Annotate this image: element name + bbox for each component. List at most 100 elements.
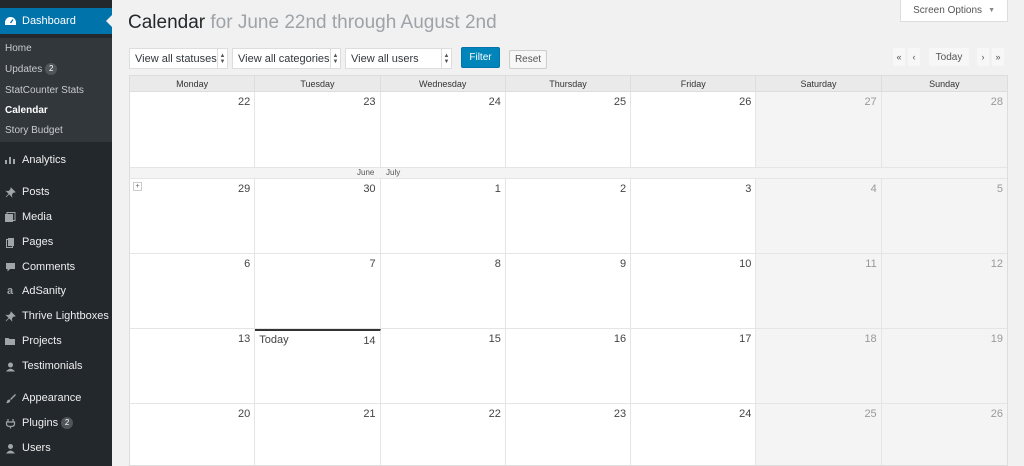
- filter-button[interactable]: Filter: [461, 47, 500, 68]
- day-cell[interactable]: 22: [380, 404, 506, 465]
- last-page-button[interactable]: »: [992, 48, 1004, 66]
- day-cell[interactable]: 6: [130, 254, 256, 329]
- day-number: 30: [363, 183, 376, 195]
- submenu-item-calendar[interactable]: Calendar: [5, 105, 48, 116]
- day-cell[interactable]: 28: [881, 92, 1007, 168]
- day-header: Wednesday: [381, 76, 506, 92]
- media-icon: [3, 210, 17, 224]
- next-button[interactable]: ›: [977, 48, 989, 66]
- day-cell[interactable]: 2: [505, 179, 632, 254]
- day-cell[interactable]: 16: [505, 329, 632, 404]
- category-select[interactable]: View all categories ▲ ▼: [232, 48, 341, 69]
- day-cell[interactable]: 26: [631, 92, 757, 168]
- sidebar-item-label: Users: [22, 442, 51, 454]
- submenu-item-story-budget[interactable]: Story Budget: [5, 125, 63, 136]
- select-arrows-icon: ▲ ▼: [441, 49, 451, 68]
- day-cell[interactable]: 7: [255, 254, 381, 329]
- user-select[interactable]: View all users ▲ ▼: [345, 48, 452, 69]
- day-headers: Monday Tuesday Wednesday Thursday Friday…: [130, 76, 1007, 92]
- day-cell[interactable]: 26: [881, 404, 1007, 465]
- submenu-label: Calendar: [5, 105, 48, 116]
- sidebar-item-testimonials[interactable]: Testimonials: [0, 357, 112, 375]
- day-cell[interactable]: 23: [255, 92, 381, 168]
- day-number: 6: [244, 258, 251, 270]
- first-page-button[interactable]: «: [893, 48, 905, 66]
- day-cell[interactable]: 13: [130, 329, 256, 404]
- sidebar-item-label: Dashboard: [22, 15, 76, 27]
- day-number: 22: [238, 96, 251, 108]
- day-cell[interactable]: 12: [881, 254, 1007, 329]
- day-cell[interactable]: 11: [756, 254, 882, 329]
- sidebar-item-dashboard[interactable]: Dashboard: [0, 8, 112, 34]
- day-number: 20: [238, 408, 251, 420]
- previous-button[interactable]: ‹: [908, 48, 920, 66]
- day-number: 11: [865, 258, 877, 270]
- day-number: 7: [369, 258, 376, 270]
- day-number: 19: [990, 333, 1003, 345]
- day-cell[interactable]: 24: [631, 404, 757, 465]
- sidebar-item-users[interactable]: Users: [0, 439, 112, 457]
- day-number: 25: [864, 408, 877, 420]
- day-cell[interactable]: 24: [380, 92, 506, 168]
- day-cell[interactable]: 1: [380, 179, 506, 254]
- sidebar-item-posts[interactable]: Posts: [0, 183, 112, 201]
- submenu-item-home[interactable]: Home: [5, 43, 32, 54]
- day-number: 26: [990, 408, 1003, 420]
- day-cell[interactable]: 15: [380, 329, 506, 404]
- sidebar-item-label: Thrive Lightboxes: [22, 310, 109, 322]
- sidebar-item-pages[interactable]: Pages: [0, 233, 112, 251]
- sidebar-item-comments[interactable]: Comments: [0, 258, 112, 276]
- day-cell[interactable]: 25: [756, 404, 882, 465]
- pages-icon: [3, 235, 17, 249]
- month-label-june: June: [357, 168, 375, 177]
- day-number: 29: [238, 183, 251, 195]
- day-cell-today[interactable]: Today 14: [255, 329, 381, 404]
- reset-button[interactable]: Reset: [509, 50, 547, 69]
- sidebar-item-appearance[interactable]: Appearance: [0, 389, 112, 407]
- dashboard-icon: [3, 14, 17, 28]
- plugins-count-badge: 2: [61, 417, 74, 429]
- day-cell[interactable]: 19: [881, 329, 1007, 404]
- day-cell[interactable]: 30: [255, 179, 381, 254]
- sidebar-item-label: AdSanity: [22, 285, 67, 297]
- sidebar-item-label: Analytics: [22, 154, 67, 166]
- day-cell[interactable]: 5: [881, 179, 1007, 254]
- day-cell[interactable]: 10: [631, 254, 757, 329]
- sidebar-item-plugins[interactable]: Plugins 2: [0, 414, 112, 432]
- sidebar-item-thrive-lightboxes[interactable]: Thrive Lightboxes: [0, 307, 112, 325]
- submenu-label: Updates: [5, 63, 43, 75]
- submenu-label: Story Budget: [5, 125, 63, 136]
- screen-options-button[interactable]: Screen Options ▼: [900, 0, 1008, 22]
- day-cell[interactable]: 22: [130, 92, 256, 168]
- sidebar-item-adsanity[interactable]: a AdSanity: [0, 282, 112, 300]
- day-cell[interactable]: 23: [505, 404, 632, 465]
- day-cell[interactable]: 21: [255, 404, 381, 465]
- day-cell[interactable]: 9: [505, 254, 632, 329]
- day-cell[interactable]: 18: [756, 329, 882, 404]
- day-header: Saturday: [756, 76, 882, 92]
- day-cell[interactable]: +29: [130, 179, 256, 254]
- day-number: 14: [363, 335, 376, 347]
- day-cell[interactable]: 20: [130, 404, 256, 465]
- day-cell[interactable]: 27: [756, 92, 882, 168]
- users-icon: [3, 441, 17, 455]
- day-cell[interactable]: 3: [631, 179, 757, 254]
- day-cell[interactable]: 4: [756, 179, 882, 254]
- page-title-text: Calendar: [128, 12, 206, 33]
- day-cell[interactable]: 8: [380, 254, 506, 329]
- sidebar-item-projects[interactable]: Projects: [0, 332, 112, 350]
- status-select[interactable]: View all statuses ▲ ▼: [129, 48, 228, 69]
- day-header: Monday: [130, 76, 256, 92]
- sidebar-item-analytics[interactable]: Analytics: [0, 151, 112, 169]
- day-number: 10: [739, 258, 752, 270]
- submenu-item-updates[interactable]: Updates 2: [5, 63, 58, 75]
- day-cell[interactable]: 17: [631, 329, 757, 404]
- day-cell[interactable]: 25: [505, 92, 632, 168]
- day-number: 9: [620, 258, 627, 270]
- main-content: Calendar for June 22nd through August 2n…: [112, 0, 1024, 466]
- add-post-icon[interactable]: +: [133, 182, 142, 191]
- submenu-item-statcounter[interactable]: StatCounter Stats: [5, 85, 84, 96]
- sidebar-item-media[interactable]: Media: [0, 208, 112, 226]
- today-button[interactable]: Today: [929, 48, 969, 66]
- day-header: Thursday: [506, 76, 632, 92]
